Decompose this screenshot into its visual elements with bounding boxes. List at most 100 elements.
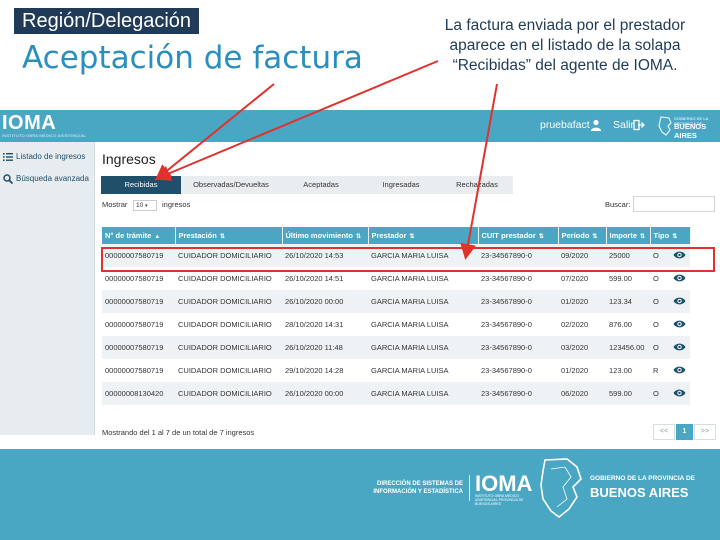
table-row[interactable]: 00000007580719 CUIDADOR DOMICILIARIO 26/10… xyxy=(102,336,690,359)
table-cell: CUIDADOR DOMICILIARIO xyxy=(175,359,282,382)
table-row[interactable]: 00000007580719 CUIDADOR DOMICILIARIO 29/10… xyxy=(102,359,690,382)
tab-bar: Recibidas Observadas/Devueltas Aceptadas… xyxy=(101,176,513,194)
column-header[interactable]: N° de trámite ▲ xyxy=(102,227,176,244)
table-cell: 00000007580719 xyxy=(102,336,175,359)
table-cell: O xyxy=(650,382,690,405)
gov-logo-big: BUENOS AIRES xyxy=(674,122,707,140)
sidebar: Listado de ingresos Búsqueda avanzada xyxy=(0,142,95,435)
show-label: Mostrar xyxy=(102,200,128,209)
table-cell: 02/2020 xyxy=(558,313,606,336)
view-eye-icon[interactable] xyxy=(673,273,686,283)
table-info: Mostrando del 1 al 7 de un total de 7 in… xyxy=(102,428,255,437)
entries-select[interactable]: 10 ▾ xyxy=(133,200,157,211)
table-row[interactable]: 00000008130420 CUIDADOR DOMICILIARIO 26/10… xyxy=(102,382,690,405)
user-menu[interactable]: pruebafact xyxy=(540,119,590,131)
footer-ioma-subtitle: INSTITUTO OBRA MÉDICO ASISTENCIAL PROVIN… xyxy=(475,494,524,506)
sort-icon: ⇅ xyxy=(672,234,678,240)
table-cell: 26/10/2020 00:00 xyxy=(282,290,368,313)
table-cell: 28/10/2020 14:31 xyxy=(282,313,368,336)
province-map-icon xyxy=(540,458,582,519)
footer-direccion: DIRECCIÓN DE SISTEMAS DE INFORMACIÓN Y E… xyxy=(373,481,463,495)
view-button[interactable] xyxy=(673,388,686,398)
sort-icon: ⇅ xyxy=(640,234,646,240)
table-cell: 23-34567890-0 xyxy=(478,313,558,336)
table-cell: 23-34567890-0 xyxy=(478,359,558,382)
view-button[interactable] xyxy=(673,342,686,352)
table-cell: CUIDADOR DOMICILIARIO xyxy=(175,290,282,313)
tab-observadas[interactable]: Observadas/Devueltas xyxy=(181,176,281,194)
sort-icon: ▲ xyxy=(154,234,161,240)
footer-gov-big: BUENOS AIRES xyxy=(590,485,689,500)
slide: Región/Delegación Aceptación de factura … xyxy=(0,0,720,540)
tab-aceptadas[interactable]: Aceptadas xyxy=(281,176,361,194)
column-header[interactable]: Prestador ⇅ xyxy=(368,227,479,244)
table-cell: 01/2020 xyxy=(558,359,606,382)
list-icon xyxy=(3,153,13,161)
column-header[interactable]: Tipo ⇅ xyxy=(650,227,691,244)
view-button[interactable] xyxy=(673,273,686,283)
table-cell: 23-34567890-0 xyxy=(478,382,558,405)
caption-text: La factura enviada por el prestador apar… xyxy=(444,17,686,74)
province-map-icon xyxy=(658,116,672,136)
table-cell: R xyxy=(650,359,690,382)
sort-icon: ⇅ xyxy=(219,234,225,240)
table-cell: 123.34 xyxy=(606,290,650,313)
table-cell: 876.00 xyxy=(606,313,650,336)
sidebar-item-label: Listado de ingresos xyxy=(16,152,86,161)
logout-icon[interactable] xyxy=(633,119,645,131)
view-eye-icon[interactable] xyxy=(673,319,686,329)
view-eye-icon[interactable] xyxy=(673,296,686,306)
tab-recibidas[interactable]: Recibidas xyxy=(101,176,181,194)
user-icon[interactable] xyxy=(590,119,602,131)
column-header[interactable]: Último movimiento ⇅ xyxy=(282,227,369,244)
table-cell: GARCIA MARIA LUISA xyxy=(368,313,478,336)
table-cell: 26/10/2020 11:48 xyxy=(282,336,368,359)
tab-ingresadas[interactable]: Ingresadas xyxy=(361,176,441,194)
view-button[interactable] xyxy=(673,365,686,375)
sort-icon: ⇅ xyxy=(592,234,598,240)
table-cell: GARCIA MARIA LUISA xyxy=(368,336,478,359)
search-input[interactable] xyxy=(633,196,715,212)
table-cell: 06/2020 xyxy=(558,382,606,405)
table-cell: 03/2020 xyxy=(558,336,606,359)
highlight-box xyxy=(101,247,715,272)
search-label: Buscar: xyxy=(605,200,631,209)
entries-suffix: ingresos xyxy=(162,200,191,209)
table-header-row: N° de trámite ▲ Prestación ⇅ Último movimi… xyxy=(102,227,691,244)
table-cell: CUIDADOR DOMICILIARIO xyxy=(175,382,282,405)
sidebar-item-busqueda[interactable]: Búsqueda avanzada xyxy=(0,168,95,190)
sort-icon: ⇅ xyxy=(538,234,544,240)
page-heading: Ingresos xyxy=(102,151,156,167)
table-cell: 01/2020 xyxy=(558,290,606,313)
table-cell: 00000007580719 xyxy=(102,290,175,313)
gov-logo: GOBIERNO DE LA PROVINCIA DE BUENOS AIRES xyxy=(658,116,718,140)
view-button[interactable] xyxy=(673,319,686,329)
pager-prev-button[interactable]: << xyxy=(653,424,675,440)
table-row[interactable]: 00000007580719 CUIDADOR DOMICILIARIO 28/10… xyxy=(102,313,690,336)
view-button[interactable] xyxy=(673,296,686,306)
pager-page-button[interactable]: 1 xyxy=(676,424,693,440)
table-cell: 123456.00 xyxy=(606,336,650,359)
logout-button[interactable]: Salir xyxy=(613,119,634,131)
table-cell: 29/10/2020 14:28 xyxy=(282,359,368,382)
column-header[interactable]: CUIT prestador ⇅ xyxy=(478,227,559,244)
table-cell: 123.00 xyxy=(606,359,650,382)
table-row[interactable]: 00000007580719 CUIDADOR DOMICILIARIO 26/10… xyxy=(102,290,690,313)
ioma-logo[interactable]: IOMA xyxy=(2,112,56,135)
region-label: Región/Delegación xyxy=(14,8,200,34)
ioma-logo-subtitle: INSTITUTO OBRA MÉDICO ASISTENCIAL xyxy=(2,133,86,138)
table-cell: CUIDADOR DOMICILIARIO xyxy=(175,313,282,336)
view-eye-icon[interactable] xyxy=(673,342,686,352)
search-icon xyxy=(3,174,13,184)
sidebar-item-listado[interactable]: Listado de ingresos xyxy=(0,146,95,168)
view-eye-icon[interactable] xyxy=(673,388,686,398)
column-header[interactable]: Período ⇅ xyxy=(558,227,607,244)
table-cell: GARCIA MARIA LUISA xyxy=(368,290,478,313)
view-eye-icon[interactable] xyxy=(673,365,686,375)
table-cell: 23-34567890-0 xyxy=(478,336,558,359)
tab-rechazadas[interactable]: Rechazadas xyxy=(441,176,513,194)
pager-next-button[interactable]: >> xyxy=(694,424,716,440)
column-header[interactable]: Importe ⇅ xyxy=(606,227,651,244)
column-header[interactable]: Prestación ⇅ xyxy=(175,227,283,244)
footer-gov-small: GOBIERNO DE LA PROVINCIA DE xyxy=(590,475,695,482)
